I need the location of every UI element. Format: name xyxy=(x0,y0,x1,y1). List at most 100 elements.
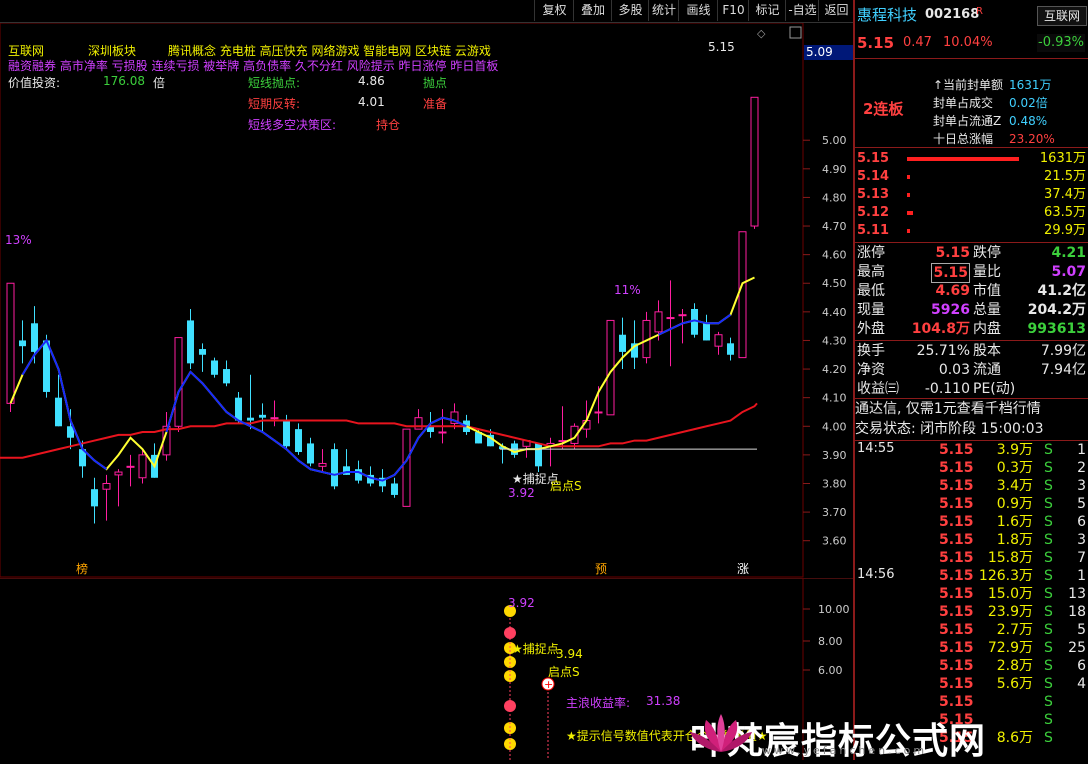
y-tick-label-3: 4.70 xyxy=(822,220,847,233)
fund-row-2: 收益㈢ -0.110 PE(动) xyxy=(855,380,1088,398)
sub-yield-label: 主浪收益率: xyxy=(566,696,631,710)
candle-body xyxy=(355,469,362,481)
candle-body xyxy=(438,431,447,434)
chart-header: 互联网 深圳板块 腾讯概念 充电桩 高压快充 网络游戏 智能电网 区块链 云游戏… xyxy=(8,42,808,132)
toolbar-button-1[interactable]: 叠加 xyxy=(573,0,612,21)
toolbar-button-0[interactable]: 复权 xyxy=(534,0,574,21)
tick-price: 5.15 xyxy=(939,550,974,566)
fund-label-right: PE(动) xyxy=(973,381,1016,397)
toolbar-button-3[interactable]: 统计 xyxy=(648,0,679,21)
tick-count: 7 xyxy=(1077,550,1086,566)
tick-side: S xyxy=(1044,694,1053,710)
fund-label-left: 换手 xyxy=(857,343,885,359)
toolbar-button-5[interactable]: F10 xyxy=(717,0,749,21)
candle-body xyxy=(174,337,183,427)
marker-bang: 榜 xyxy=(76,562,89,576)
tick-side: S xyxy=(1044,568,1053,584)
y-tick-label-12: 3.80 xyxy=(822,477,847,490)
tick-count: 3 xyxy=(1077,478,1086,494)
tick-side: S xyxy=(1044,622,1053,638)
candle-7 xyxy=(91,477,98,524)
bid-price: 5.15 xyxy=(857,151,890,166)
tick-price: 5.15 xyxy=(939,478,974,494)
y-tick-label-1: 4.90 xyxy=(822,163,847,176)
candle-56 xyxy=(678,308,687,344)
notice-text[interactable]: 通达信, 仅需1元查看千档行情 xyxy=(855,400,1088,418)
signal-tag-2: 持仓 xyxy=(376,118,401,132)
stock-code: 002168 xyxy=(925,7,980,22)
signal-label-1: 短期反转: xyxy=(248,97,301,111)
quote-label-left: 现量 xyxy=(857,302,885,318)
fund-value-left: -0.110 xyxy=(924,381,970,397)
tick-price: 5.15 xyxy=(939,514,974,530)
candle-body xyxy=(247,417,254,421)
tick-volume: 1.8万 xyxy=(996,532,1033,548)
tick-count: 18 xyxy=(1068,604,1086,620)
candle-body xyxy=(402,428,411,507)
tick-count: 6 xyxy=(1077,658,1086,674)
toolbar-button-4[interactable]: 画线 xyxy=(678,0,718,21)
toggle-box-icon xyxy=(789,26,802,39)
tick-row: 5.15 3.9万 S 1 xyxy=(855,441,1088,459)
sub-start-label: 启点S xyxy=(548,665,580,679)
candle-body xyxy=(331,449,338,487)
watermark-url: www.yefanchen.com xyxy=(762,744,928,757)
y-tick-label-5: 4.50 xyxy=(822,277,847,290)
candle-20 xyxy=(247,374,254,430)
tick-side: S xyxy=(1044,658,1053,674)
quote-value-left: 5926 xyxy=(931,302,970,318)
candle-5 xyxy=(67,409,74,450)
tick-count: 6 xyxy=(1077,514,1086,530)
candle-8 xyxy=(102,474,111,521)
tick-side: S xyxy=(1044,730,1053,746)
quote-value-left: 104.8万 xyxy=(911,321,970,337)
tick-row: 5.15 3.4万 S 3 xyxy=(855,477,1088,495)
sub-start-price: 3.94 xyxy=(556,647,583,661)
tick-side: S xyxy=(1044,514,1053,530)
candle-body xyxy=(126,465,135,468)
quote-value-right: 5.07 xyxy=(1051,264,1086,280)
signal-value-0: 4.86 xyxy=(358,74,385,88)
sub-y-tick-label-0: 10.00 xyxy=(818,603,850,616)
tick-volume: 126.3万 xyxy=(978,568,1033,584)
candle-58 xyxy=(703,314,710,341)
bid-bar xyxy=(907,229,910,233)
tick-count: 5 xyxy=(1077,496,1086,512)
toolbar-button-8[interactable]: 返回 xyxy=(818,0,854,21)
value-invest-unit: 倍 xyxy=(153,76,166,90)
tick-volume: 3.9万 xyxy=(996,442,1033,458)
sub-yield-value: 31.38 xyxy=(646,694,681,708)
candle-body xyxy=(6,282,15,404)
settings-diamond-icon: ◇ xyxy=(757,27,766,40)
top-price-label: 5.15 xyxy=(708,40,735,54)
y-tick-label-0: 5.00 xyxy=(822,134,847,147)
fund-label-left: 净资 xyxy=(857,362,885,378)
tick-row: 5.15 15.8万 S 7 xyxy=(855,549,1088,567)
candle-body xyxy=(654,311,663,333)
signal-value-1: 4.01 xyxy=(358,95,385,109)
limit-row-2: 封单占流通Z 0.48% xyxy=(855,112,1088,130)
tick-volume: 2.8万 xyxy=(996,658,1033,674)
candle-body xyxy=(223,369,230,384)
bid-bar xyxy=(907,211,913,215)
tick-row: 5.15 2.8万 S 6 xyxy=(855,657,1088,675)
tick-price: 5.15 xyxy=(939,568,974,584)
quote-label-left: 最高 xyxy=(857,264,885,280)
signal-tag-0: 抛点 xyxy=(423,76,448,90)
fund-label-left: 收益㈢ xyxy=(857,381,899,397)
limit-row-label: 十日总涨幅 xyxy=(933,132,994,146)
quote-row-0: 涨停 5.15 跌停 4.21 xyxy=(855,244,1088,262)
fund-value-left: 0.03 xyxy=(938,362,970,378)
candle-body xyxy=(678,314,687,317)
bid-price: 5.14 xyxy=(857,169,890,184)
tick-row: 5.15 23.9万 S 18 xyxy=(855,603,1088,621)
toolbar-button-6[interactable]: 标记 xyxy=(748,0,786,21)
toolbar-button-7[interactable]: -自选 xyxy=(785,0,819,21)
toolbar-button-2[interactable]: 多股 xyxy=(611,0,649,21)
bid-volume: 21.5万 xyxy=(1044,169,1086,184)
sector-button[interactable]: 互联网 xyxy=(1037,6,1087,26)
candle-body xyxy=(114,471,123,476)
fund-row-0: 换手 25.71% 股本 7.99亿 xyxy=(855,342,1088,360)
candle-body xyxy=(55,397,62,427)
fund-row-1: 净资 0.03 流通 7.94亿 xyxy=(855,361,1088,379)
